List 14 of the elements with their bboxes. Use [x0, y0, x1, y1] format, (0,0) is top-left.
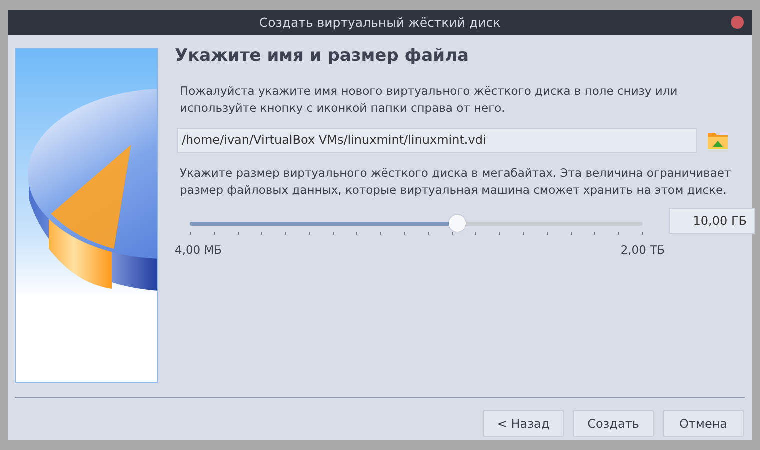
close-button[interactable] [731, 16, 744, 29]
file-path-field[interactable]: /home/ivan/VirtualBox VMs/linuxmint/linuxmint.vdi [177, 128, 697, 152]
window-title: Создать виртуальный жёсткий диск [259, 15, 501, 30]
dialog-button[interactable]: Отмена [663, 410, 744, 437]
slider-handle[interactable] [449, 215, 466, 232]
dialog-button[interactable]: Создать [573, 410, 654, 437]
size-hint: Укажите размер виртуального жёсткого диска в мегабайтах. Эта величина ограничивает размер файловых данных, которые виртуальная машина сможет хранить на этом диске. [180, 165, 732, 199]
size-field[interactable]: 10,00 ГБ [669, 208, 755, 234]
max-size-label: 2,00 ТБ [620, 243, 665, 257]
size-slider[interactable] [190, 215, 643, 233]
min-size-label: 4,00 МБ [175, 243, 222, 257]
page-heading: Укажите имя и размер файла [175, 46, 470, 66]
dialog-button[interactable]: < Назад [483, 410, 564, 437]
location-hint: Пожалуйста укажите имя нового виртуального жёсткого диска в поле снизу или используйте кнопку с иконкой папки справа от него. [180, 83, 679, 117]
